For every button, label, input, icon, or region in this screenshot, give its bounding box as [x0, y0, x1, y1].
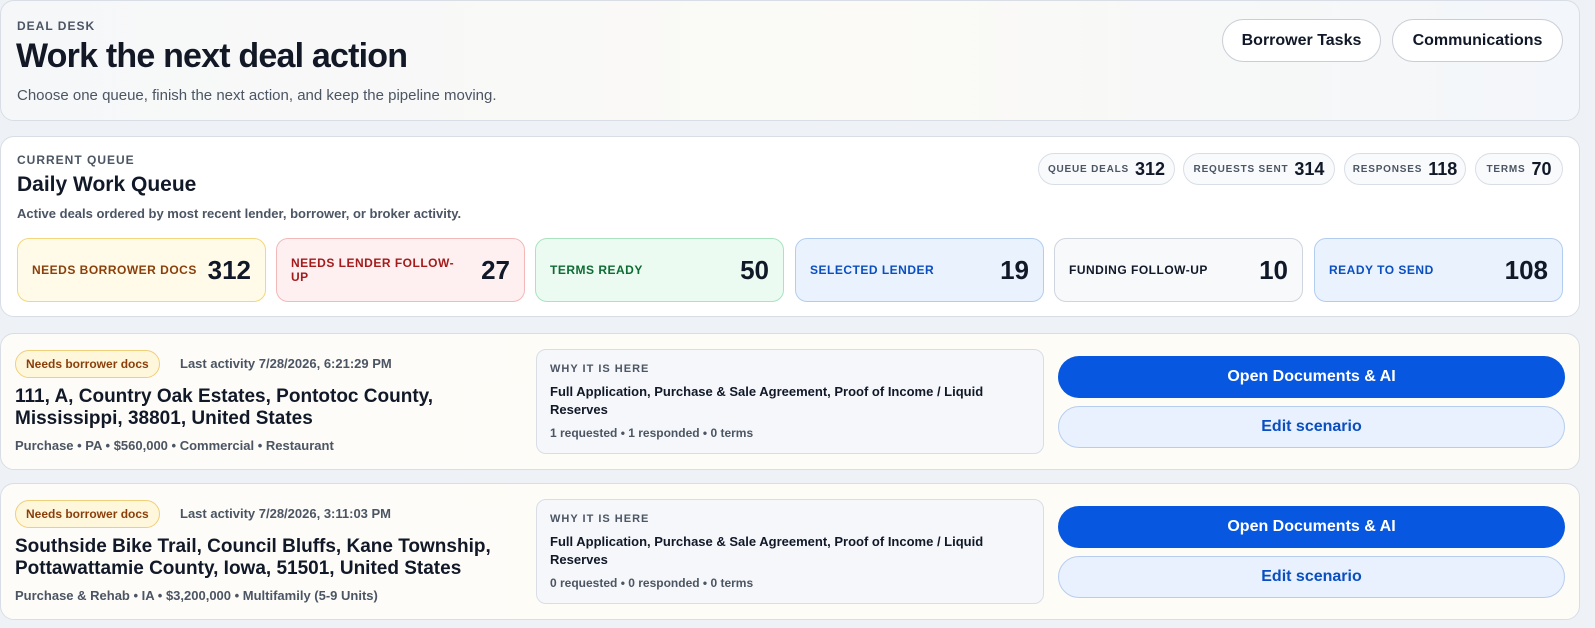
deal-address: Southside Bike Trail, Council Bluffs, Ka…	[15, 536, 491, 579]
queue-subtitle: Active deals ordered by most recent lend…	[17, 206, 462, 221]
bucket-count: 27	[481, 254, 510, 285]
request-counts: 0 requested • 0 responded • 0 terms	[550, 576, 754, 590]
bucket-count: 10	[1259, 254, 1288, 285]
stat-requests-sent: REQUESTS SENT 314	[1183, 153, 1335, 185]
queue-eyebrow: CURRENT QUEUE	[17, 153, 135, 167]
bucket-count: 19	[1000, 254, 1029, 285]
status-badge: Needs borrower docs	[15, 350, 160, 378]
borrower-tasks-button[interactable]: Borrower Tasks	[1222, 19, 1381, 62]
bucket-count: 108	[1504, 254, 1548, 285]
bucket-ready-to-send[interactable]: READY TO SEND 108	[1314, 238, 1563, 302]
edit-scenario-button[interactable]: Edit scenario	[1058, 556, 1565, 598]
bucket-label: NEEDS LENDER FOLLOW-UP	[291, 256, 455, 284]
bucket-count: 312	[207, 254, 251, 285]
deal-meta: Purchase & Rehab • IA • $3,200,000 • Mul…	[15, 588, 378, 603]
stat-queue-deals: QUEUE DEALS 312	[1038, 153, 1175, 185]
current-queue-panel: CURRENT QUEUE Daily Work Queue Active de…	[0, 136, 1580, 317]
deal-address: 111, A, Country Oak Estates, Pontotoc Co…	[15, 386, 434, 429]
stat-label: TERMS	[1486, 163, 1526, 175]
bucket-label: FUNDING FOLLOW-UP	[1069, 263, 1208, 277]
status-badge: Needs borrower docs	[15, 500, 160, 528]
queue-title: Daily Work Queue	[17, 173, 197, 196]
stat-value: 70	[1531, 158, 1552, 179]
last-activity: Last activity 7/28/2026, 3:11:03 PM	[180, 506, 392, 521]
bucket-label: NEEDS BORROWER DOCS	[32, 263, 197, 277]
header-eyebrow: DEAL DESK	[17, 19, 96, 33]
bucket-label: SELECTED LENDER	[810, 263, 935, 277]
required-docs: Full Application, Purchase & Sale Agreem…	[550, 384, 984, 417]
bucket-funding-follow-up[interactable]: FUNDING FOLLOW-UP 10	[1054, 238, 1303, 302]
page-subtitle: Choose one queue, finish the next action…	[17, 87, 497, 104]
open-documents-ai-button[interactable]: Open Documents & AI	[1058, 356, 1565, 398]
deal-meta: Purchase • PA • $560,000 • Commercial • …	[15, 438, 334, 453]
bucket-count: 50	[740, 254, 769, 285]
why-label: WHY IT IS HERE	[550, 363, 650, 375]
edit-scenario-button[interactable]: Edit scenario	[1058, 406, 1565, 448]
page-title: Work the next deal action	[16, 37, 408, 75]
stat-value: 312	[1135, 158, 1166, 179]
deal-card: Needs borrower docs Last activity 7/28/2…	[0, 483, 1580, 620]
stat-value: 118	[1428, 158, 1458, 179]
why-it-is-here-box: WHY IT IS HERE Full Application, Purchas…	[536, 349, 1044, 454]
stat-label: REQUESTS SENT	[1193, 163, 1289, 175]
stat-label: QUEUE DEALS	[1047, 163, 1129, 175]
stat-value: 314	[1294, 158, 1325, 179]
stat-label: RESPONSES	[1352, 163, 1423, 175]
why-it-is-here-box: WHY IT IS HERE Full Application, Purchas…	[536, 499, 1044, 604]
why-label: WHY IT IS HERE	[550, 513, 650, 525]
bucket-needs-borrower-docs[interactable]: NEEDS BORROWER DOCS 312	[17, 238, 266, 302]
stat-terms: TERMS 70	[1475, 153, 1563, 185]
bucket-label: READY TO SEND	[1329, 263, 1434, 277]
bucket-terms-ready[interactable]: TERMS READY 50	[535, 238, 784, 302]
communications-button[interactable]: Communications	[1392, 19, 1563, 62]
stat-responses: RESPONSES 118	[1344, 153, 1466, 185]
required-docs: Full Application, Purchase & Sale Agreem…	[550, 534, 984, 567]
last-activity: Last activity 7/28/2026, 6:21:29 PM	[180, 356, 392, 371]
bucket-selected-lender[interactable]: SELECTED LENDER 19	[795, 238, 1044, 302]
deal-card: Needs borrower docs Last activity 7/28/2…	[0, 333, 1580, 470]
open-documents-ai-button[interactable]: Open Documents & AI	[1058, 506, 1565, 548]
request-counts: 1 requested • 1 responded • 0 terms	[550, 426, 754, 440]
bucket-label: TERMS READY	[550, 263, 643, 277]
bucket-needs-lender-follow-up[interactable]: NEEDS LENDER FOLLOW-UP 27	[276, 238, 525, 302]
deal-desk-header: DEAL DESK Work the next deal action Choo…	[0, 0, 1580, 121]
